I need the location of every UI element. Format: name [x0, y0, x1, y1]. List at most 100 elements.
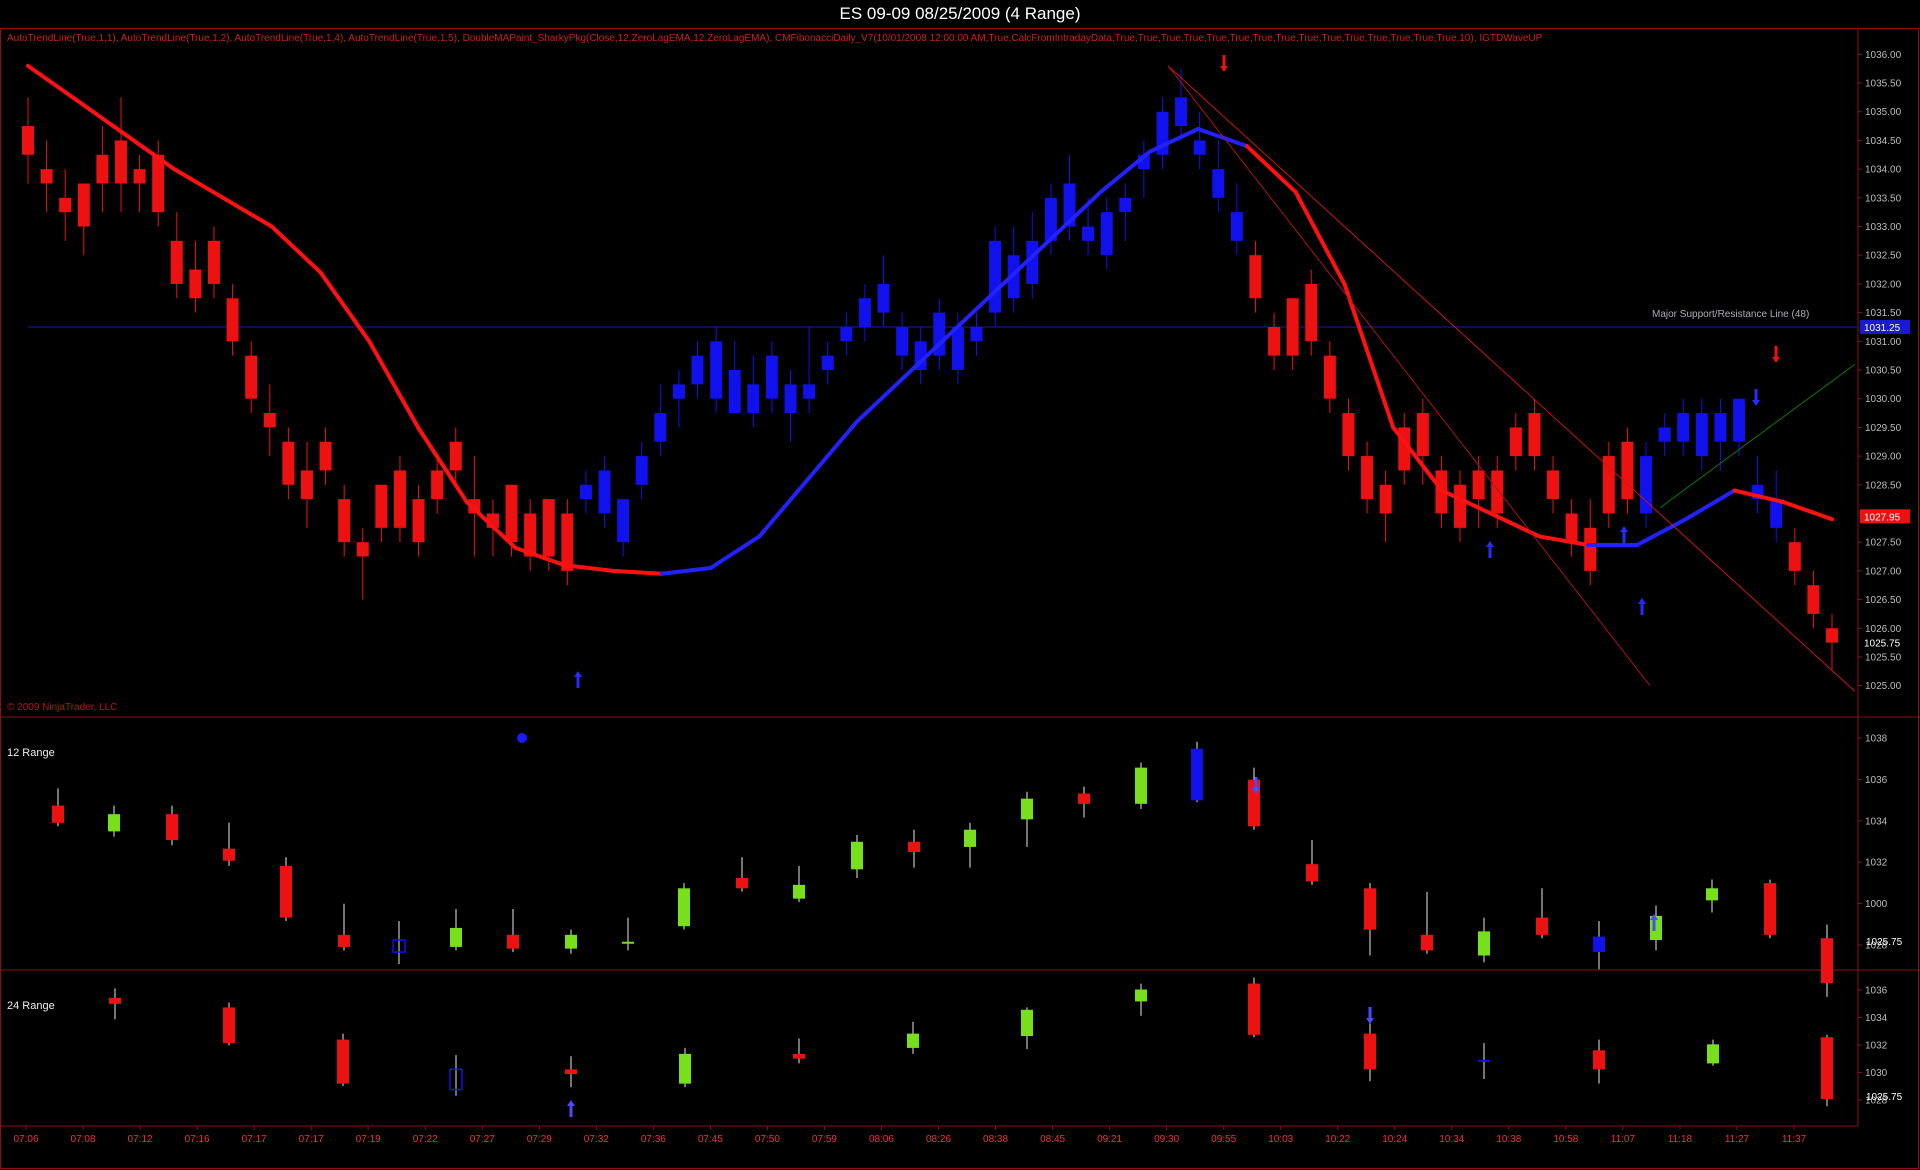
candle-body [96, 154, 109, 184]
x-tick-label: 09:21 [1097, 1134, 1122, 1145]
candle-body [431, 470, 444, 500]
candle-body [1416, 413, 1429, 457]
candle-body [1826, 628, 1838, 643]
x-tick-label: 07:06 [13, 1134, 38, 1145]
ma-segment [26, 63, 79, 103]
candle-body [1175, 97, 1188, 127]
ma-segment [1634, 517, 1688, 548]
panel-24-candle-body [1135, 989, 1147, 1002]
ma-segment [1683, 488, 1737, 522]
trend-line [1167, 65, 1651, 686]
panel-12-candle-body [736, 877, 748, 889]
candle-body [1323, 355, 1336, 399]
candle-body [1733, 398, 1746, 442]
x-tick-label: 07:17 [242, 1134, 267, 1145]
y-tick-label: 1028.50 [1865, 480, 1902, 491]
y-tick-label: 1029.50 [1865, 423, 1902, 434]
x-tick-label: 11:18 [1668, 1134, 1693, 1145]
panel-12-candle-body [1593, 936, 1605, 953]
candle-body [542, 499, 555, 557]
x-tick-label: 10:03 [1268, 1134, 1293, 1145]
candle-body [1714, 413, 1727, 442]
chart-border [0, 28, 1919, 1169]
panel-12-candle-body [1078, 793, 1090, 804]
y-tick-label: 1036 [1865, 775, 1888, 786]
ma-segment [1244, 144, 1298, 195]
ma-segment [123, 132, 177, 172]
candle-body [282, 441, 295, 485]
up-arrow-icon [1638, 598, 1646, 615]
ma-segment [659, 566, 713, 576]
copyright-text: © 2009 NinjaTrader, LLC [7, 702, 118, 713]
y-tick-label: 1033.50 [1865, 193, 1902, 204]
panel-24-candle-body [1021, 1009, 1033, 1036]
panel-12-candle-body [565, 934, 577, 949]
x-tick-label: 10:24 [1382, 1134, 1407, 1145]
candle-body [170, 240, 183, 284]
panel-24-candle-body [1364, 1033, 1376, 1070]
y-tick-label: 1038 [1865, 734, 1888, 745]
up-arrow-icon [1486, 541, 1494, 558]
x-tick-label: 11:27 [1725, 1134, 1750, 1145]
candle-body [207, 240, 220, 284]
y-tick-label: 1031.50 [1865, 308, 1902, 319]
panel-12-candle-body [908, 841, 920, 853]
candle-body [1361, 456, 1374, 500]
candle-body [393, 470, 406, 528]
panel-24-candle-body [1707, 1044, 1719, 1064]
y-tick-label: 1035.00 [1865, 107, 1902, 118]
x-tick-label: 08:06 [869, 1134, 894, 1145]
panel-12-candle-body [108, 814, 120, 832]
candle-body [263, 413, 276, 428]
candle-body [1249, 255, 1262, 299]
candle-body [877, 283, 890, 313]
candle-body [133, 169, 146, 184]
panel-24-candle-body [1478, 1059, 1490, 1062]
candle-body [449, 441, 462, 471]
x-tick-label: 07:16 [185, 1134, 210, 1145]
panel-12-candle-body [223, 848, 235, 861]
x-tick-label: 10:22 [1325, 1134, 1350, 1145]
panel-12-last-price: 1025.75 [1866, 937, 1903, 948]
candle-body [412, 499, 425, 543]
panel-12-candle-body [52, 805, 64, 823]
candle-body [858, 298, 871, 327]
candle-body [1807, 585, 1820, 614]
x-tick-label: 11:37 [1782, 1134, 1807, 1145]
x-tick-label: 07:22 [413, 1134, 438, 1145]
panel-12-candle-body [507, 934, 519, 949]
ma-segment [1537, 534, 1591, 548]
panel-12-candle-body [1306, 864, 1318, 882]
ma-segment [1342, 281, 1396, 430]
last-price-label: 1025.75 [1864, 639, 1901, 650]
ma-segment [74, 98, 128, 137]
candle-body [77, 183, 90, 227]
x-tick-label: 07:36 [641, 1134, 666, 1145]
y-tick-label: 1034 [1865, 816, 1888, 827]
candle-body [1230, 212, 1243, 241]
candle-body [1621, 441, 1634, 500]
candle-body [951, 326, 964, 370]
candle-body [1305, 283, 1318, 342]
ma-segment [1781, 500, 1834, 522]
x-tick-label: 07:45 [698, 1134, 723, 1145]
pivot-arrow-icon [567, 1100, 575, 1117]
panel-24-candle-body [679, 1053, 691, 1084]
candle-body [300, 470, 313, 500]
candle-body [114, 140, 127, 184]
y-tick-label: 1030.00 [1865, 394, 1902, 405]
chart-canvas[interactable]: 1036.00 1035.50 1035.00 1034.50 1034.00 1033.… [0, 0, 1920, 1170]
x-tick-label: 09:55 [1211, 1134, 1236, 1145]
candle-body [1286, 298, 1299, 356]
y-tick-label: 1035.50 [1865, 79, 1902, 90]
candle-body [319, 441, 332, 471]
ma-segment [757, 477, 811, 539]
candle-body [1193, 140, 1206, 155]
candle-body [152, 154, 165, 213]
panel-24-candle-body [1248, 983, 1260, 1035]
candle-body [375, 484, 388, 528]
ma-segment [367, 339, 421, 430]
candle-body [1528, 413, 1541, 457]
candle-body [1584, 527, 1597, 571]
candle-body [784, 384, 797, 414]
